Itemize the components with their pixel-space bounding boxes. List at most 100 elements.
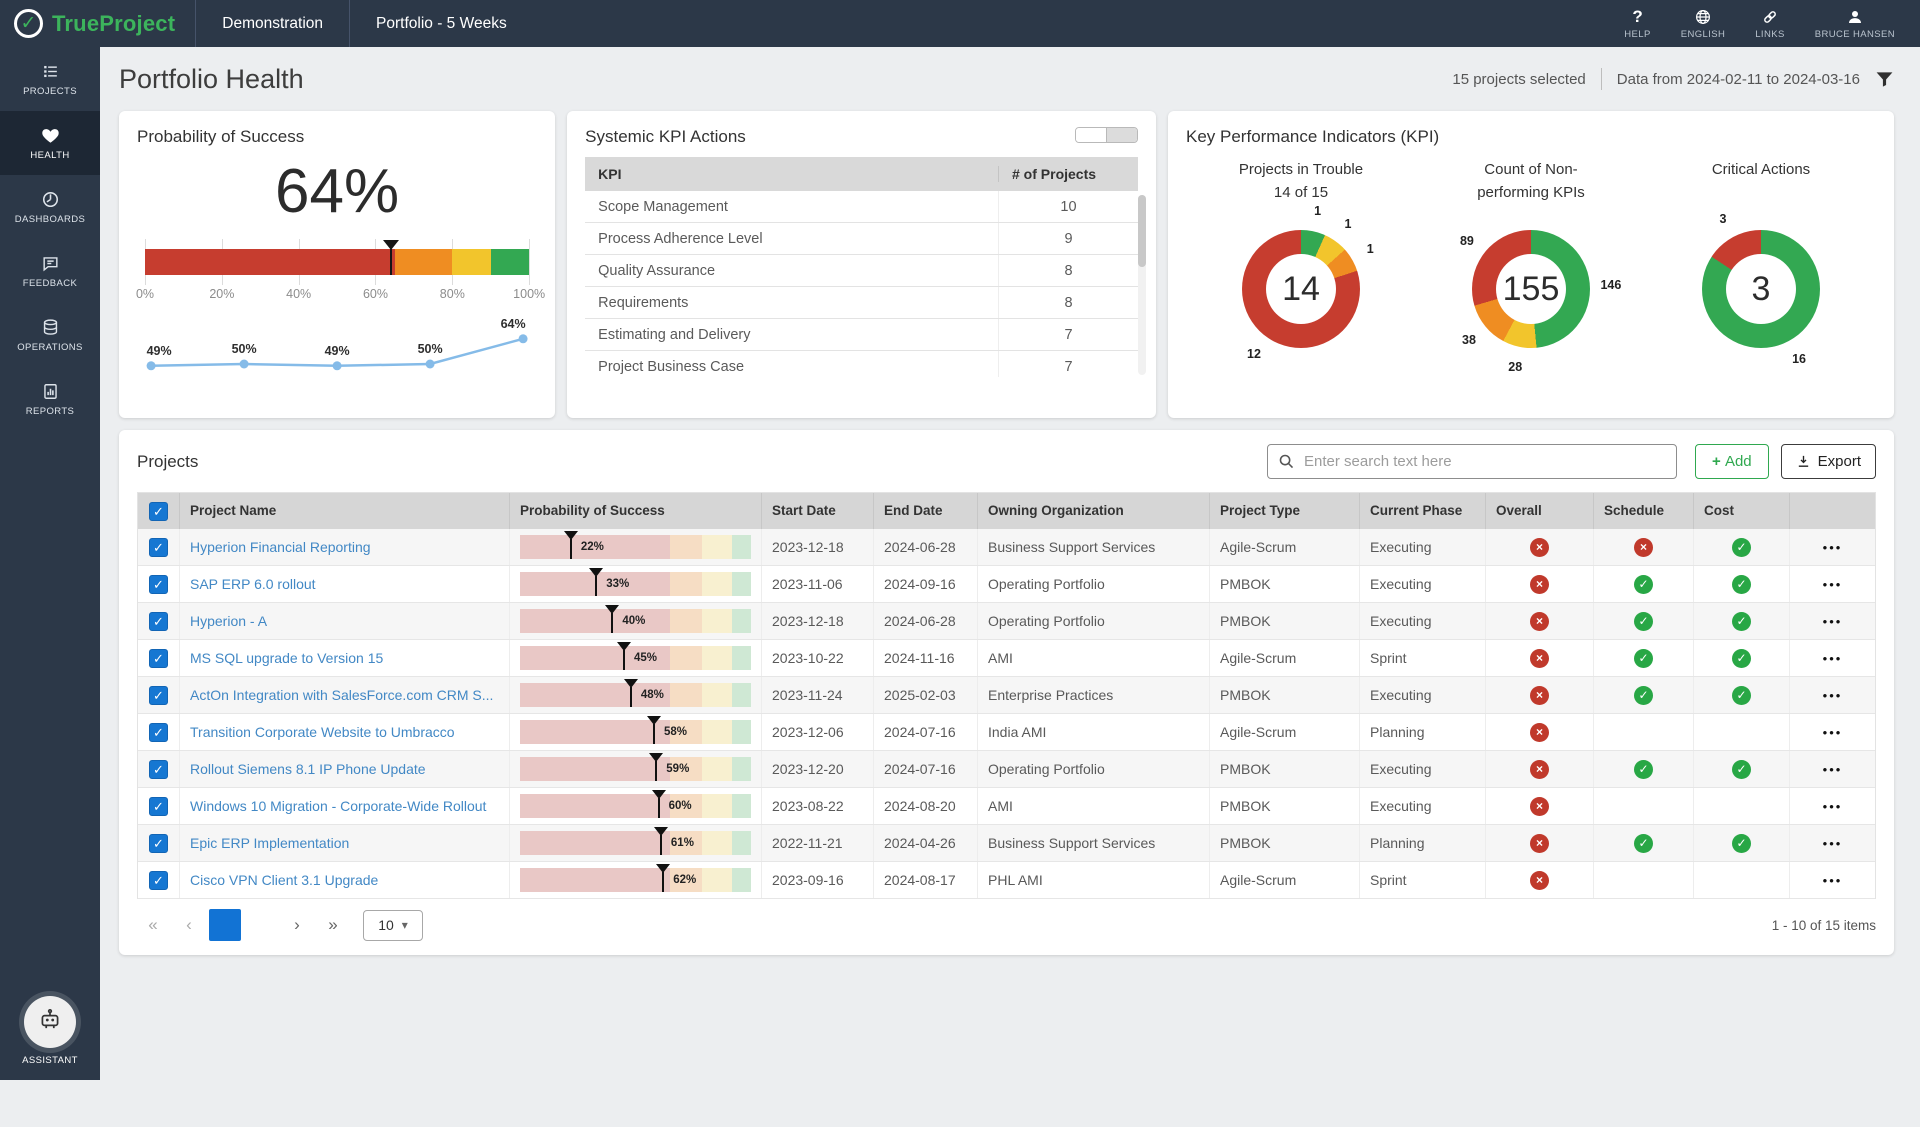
current-phase: Executing — [1360, 529, 1486, 565]
first-page-button[interactable] — [137, 909, 169, 941]
brand-name: TrueProject — [52, 11, 175, 37]
row-actions-menu-icon[interactable] — [1823, 688, 1843, 703]
column-header-overall[interactable]: Overall — [1486, 493, 1594, 529]
nav-item-demonstration[interactable]: Demonstration — [195, 0, 349, 47]
kpi-row: Process Adherence Level 9 — [585, 223, 1138, 255]
toggle-button[interactable] — [1076, 128, 1106, 142]
nav-action-button[interactable]: ENGLISH — [1666, 0, 1741, 47]
table-row: ✓ SAP ERP 6.0 rollout 33% 2023-11-06 202… — [138, 566, 1875, 603]
column-header-project-name[interactable]: Project Name — [180, 493, 510, 529]
row-actions-menu-icon[interactable] — [1823, 762, 1843, 777]
nav-item-portfolio[interactable]: Portfolio - 5 Weeks — [349, 0, 533, 47]
row-checkbox[interactable]: ✓ — [149, 649, 168, 668]
column-header-project-type[interactable]: Project Type — [1210, 493, 1360, 529]
project-link[interactable]: Windows 10 Migration - Corporate-Wide Ro… — [190, 798, 486, 814]
dashboards-clock-icon — [41, 189, 60, 209]
column-header-schedule[interactable]: Schedule — [1594, 493, 1694, 529]
row-checkbox[interactable]: ✓ — [149, 612, 168, 631]
sidebar-item[interactable]: HEALTH — [0, 111, 100, 175]
toggle-button[interactable] — [1106, 128, 1137, 142]
trueproject-logo-icon: ✓ — [14, 9, 43, 38]
row-checkbox[interactable]: ✓ — [149, 538, 168, 557]
nav-action-button[interactable]: LINKS — [1740, 0, 1799, 47]
row-actions-menu-icon[interactable] — [1823, 836, 1843, 851]
project-link[interactable]: Hyperion - A — [190, 613, 267, 629]
row-actions-menu-icon[interactable] — [1823, 651, 1843, 666]
health-heart-icon — [41, 125, 60, 145]
probability-label: 58% — [664, 726, 687, 738]
nav-action-button[interactable]: ? HELP — [1609, 0, 1665, 47]
donut-segment-label: 16 — [1792, 352, 1806, 366]
page-size-select[interactable]: 10 — [363, 910, 423, 941]
kpi-table-rows: Scope Management 10 Process Adherence Le… — [585, 191, 1138, 377]
next-page-button[interactable] — [281, 909, 313, 941]
current-phase: Executing — [1360, 751, 1486, 787]
project-link[interactable]: SAP ERP 6.0 rollout — [190, 576, 316, 592]
export-button[interactable]: Export — [1781, 444, 1876, 479]
assistant-button[interactable]: ASSISTANT — [0, 996, 100, 1066]
owning-organization: Operating Portfolio — [978, 566, 1210, 602]
add-button[interactable]: Add — [1695, 444, 1769, 479]
owning-organization: PHL AMI — [978, 862, 1210, 898]
row-actions-menu-icon[interactable] — [1823, 873, 1843, 888]
status-bad-icon: × — [1530, 723, 1549, 742]
row-checkbox[interactable]: ✓ — [149, 575, 168, 594]
sidebar-item[interactable]: OPERATIONS — [0, 303, 100, 367]
project-link[interactable]: Epic ERP Implementation — [190, 835, 349, 851]
column-header-current-phase[interactable]: Current Phase — [1360, 493, 1486, 529]
row-checkbox[interactable]: ✓ — [149, 797, 168, 816]
row-checkbox[interactable]: ✓ — [149, 871, 168, 890]
brand[interactable]: ✓ TrueProject — [0, 0, 195, 47]
column-header-owning-org[interactable]: Owning Organization — [978, 493, 1210, 529]
kpi-row: Requirements 8 — [585, 287, 1138, 319]
page-number-button[interactable] — [245, 909, 277, 941]
project-link[interactable]: Transition Corporate Website to Umbracco — [190, 724, 455, 740]
project-link[interactable]: Cisco VPN Client 3.1 Upgrade — [190, 872, 378, 888]
project-link[interactable]: Rollout Siemens 8.1 IP Phone Update — [190, 761, 426, 777]
row-checkbox[interactable]: ✓ — [149, 686, 168, 705]
project-link[interactable]: Hyperion Financial Reporting — [190, 539, 371, 555]
project-type: PMBOK — [1210, 788, 1360, 824]
end-date: 2024-06-28 — [874, 603, 978, 639]
row-actions-menu-icon[interactable] — [1823, 577, 1843, 592]
filter-icon[interactable] — [1875, 70, 1894, 89]
column-header-probability[interactable]: Probability of Success — [510, 493, 762, 529]
status-empty — [1732, 723, 1751, 742]
probability-label: 45% — [634, 652, 657, 664]
select-all-checkbox[interactable]: ✓ — [149, 502, 168, 521]
row-checkbox[interactable]: ✓ — [149, 834, 168, 853]
end-date: 2024-04-26 — [874, 825, 978, 861]
column-header-cost[interactable]: Cost — [1694, 493, 1790, 529]
search-input[interactable] — [1267, 444, 1677, 479]
table-row: ✓ Windows 10 Migration - Corporate-Wide … — [138, 788, 1875, 825]
row-actions-menu-icon[interactable] — [1823, 799, 1843, 814]
project-link[interactable]: MS SQL upgrade to Version 15 — [190, 650, 383, 666]
table-row: ✓ Cisco VPN Client 3.1 Upgrade 62% 2023-… — [138, 862, 1875, 899]
sidebar-item[interactable]: DASHBOARDS — [0, 175, 100, 239]
nav-action-button[interactable]: BRUCE HANSEN — [1800, 0, 1910, 47]
donut-segment-label: 1 — [1314, 204, 1321, 218]
start-date: 2023-10-22 — [762, 640, 874, 676]
status-good-icon: ✓ — [1732, 538, 1751, 557]
owning-organization: Business Support Services — [978, 529, 1210, 565]
page-number-button[interactable] — [209, 909, 241, 941]
previous-page-button[interactable] — [173, 909, 205, 941]
probability-marker-icon — [652, 790, 666, 818]
last-page-button[interactable] — [317, 909, 349, 941]
column-header-start-date[interactable]: Start Date — [762, 493, 874, 529]
row-checkbox[interactable]: ✓ — [149, 760, 168, 779]
row-actions-menu-icon[interactable] — [1823, 540, 1843, 555]
row-actions-menu-icon[interactable] — [1823, 614, 1843, 629]
kpi-column-header: KPI — [585, 166, 998, 182]
probability-marker-icon — [647, 716, 661, 744]
sidebar-item[interactable]: REPORTS — [0, 367, 100, 431]
owning-organization: Business Support Services — [978, 825, 1210, 861]
row-checkbox[interactable]: ✓ — [149, 723, 168, 742]
project-link[interactable]: ActOn Integration with SalesForce.com CR… — [190, 687, 493, 703]
row-actions-menu-icon[interactable] — [1823, 725, 1843, 740]
sidebar-item[interactable]: FEEDBACK — [0, 239, 100, 303]
status-good-icon: ✓ — [1634, 612, 1653, 631]
sidebar-item[interactable]: PROJECTS — [0, 47, 100, 111]
scrollbar-thumb[interactable] — [1138, 195, 1146, 267]
column-header-end-date[interactable]: End Date — [874, 493, 978, 529]
